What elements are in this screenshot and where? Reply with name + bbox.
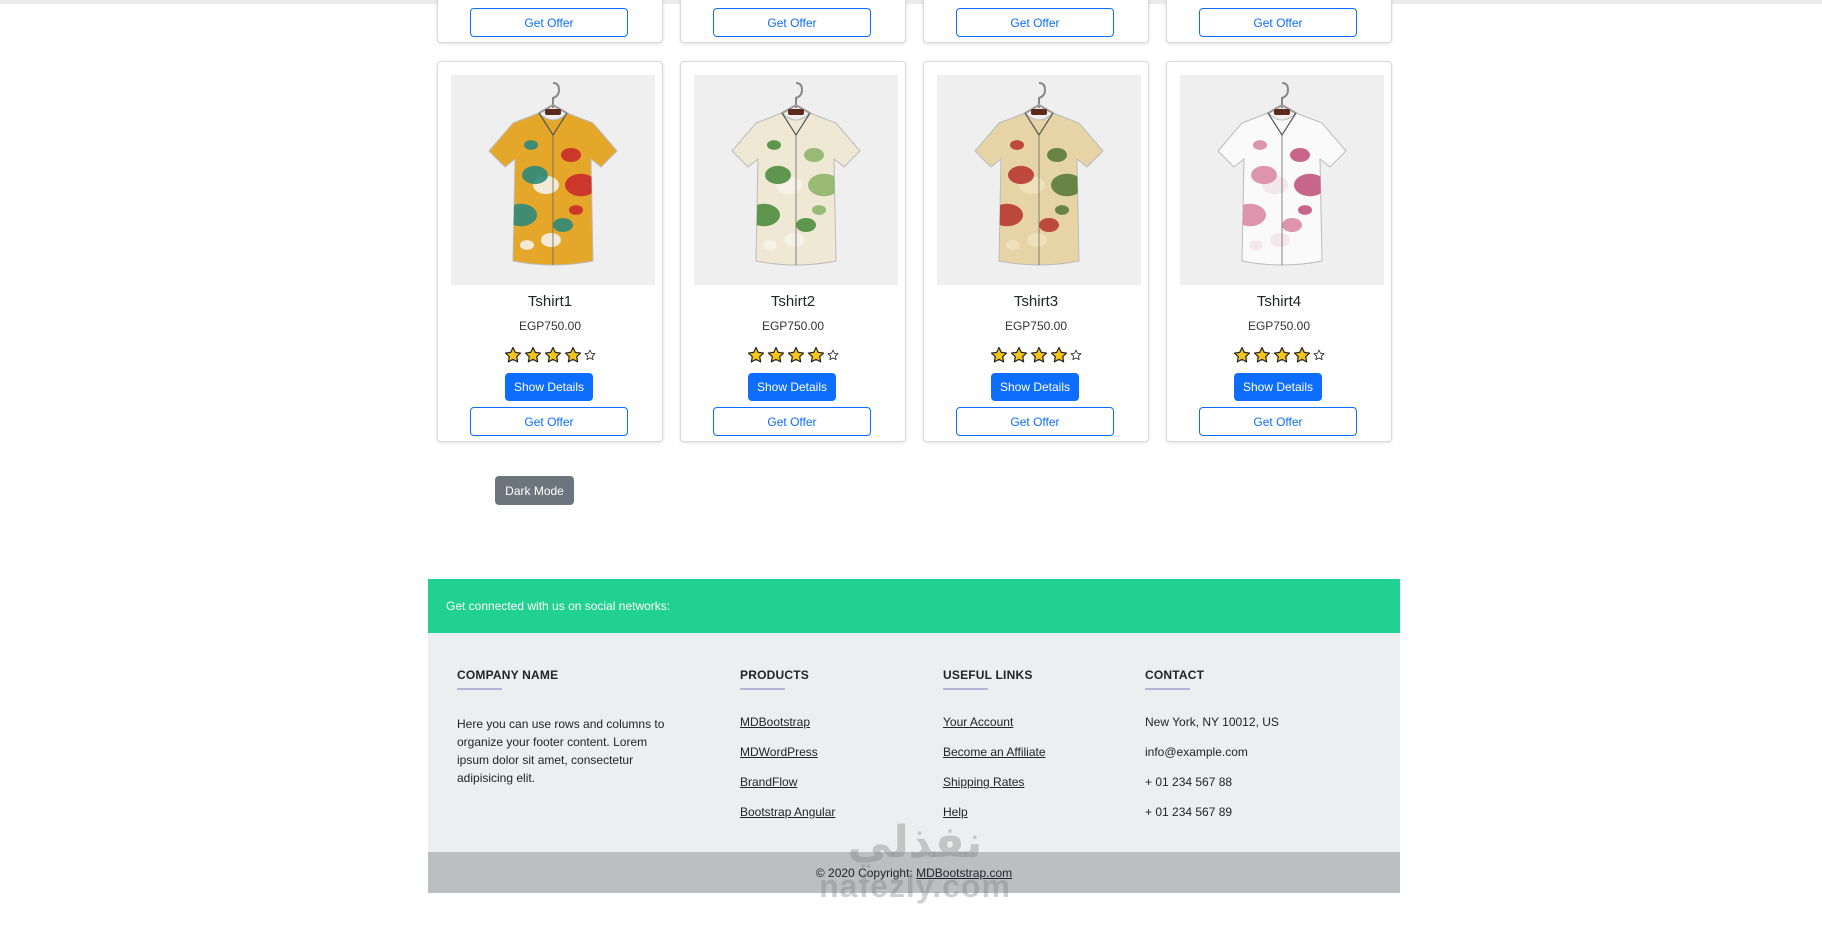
heading-underline bbox=[457, 688, 502, 690]
star-filled-icon bbox=[1010, 346, 1028, 364]
product-name: Tshirt3 bbox=[1013, 293, 1059, 310]
star-filled-icon bbox=[1030, 346, 1048, 364]
contact-email: info@example.com bbox=[1145, 745, 1248, 759]
footer-company-column: COMPANY NAME Here you can use rows and c… bbox=[457, 668, 672, 787]
star-rating bbox=[1167, 346, 1391, 364]
footer-link-mdbootstrap[interactable]: MDBootstrap bbox=[740, 715, 810, 729]
contact-address: New York, NY 10012, US bbox=[1145, 715, 1279, 729]
star-filled-icon bbox=[504, 346, 522, 364]
copyright-bar: © 2020 Copyright: MDBootstrap.com bbox=[428, 852, 1400, 893]
footer-heading: PRODUCTS bbox=[740, 668, 809, 682]
star-rating bbox=[438, 346, 662, 364]
product-image[interactable] bbox=[937, 75, 1141, 285]
get-offer-button[interactable]: Get Offer bbox=[470, 407, 628, 436]
star-filled-icon bbox=[524, 346, 542, 364]
product-card: Tshirt2 EGP750.00 Show Details Get Offer bbox=[680, 61, 906, 442]
product-name: Tshirt4 bbox=[1256, 293, 1302, 310]
product-card: Tshirt1 EGP750.00 Show Details Get Offer bbox=[437, 61, 663, 442]
get-offer-button[interactable]: Get Offer bbox=[713, 407, 871, 436]
star-empty-icon bbox=[1313, 349, 1325, 361]
star-filled-icon bbox=[564, 346, 582, 364]
star-filled-icon bbox=[1293, 346, 1311, 364]
product-card: Tshirt3 EGP750.00 Show Details Get Offer bbox=[923, 61, 1149, 442]
get-offer-button[interactable]: Get Offer bbox=[1199, 407, 1357, 436]
get-offer-button[interactable]: Get Offer bbox=[713, 8, 871, 37]
star-filled-icon bbox=[747, 346, 765, 364]
star-filled-icon bbox=[544, 346, 562, 364]
heading-underline bbox=[740, 688, 785, 690]
star-empty-icon bbox=[1070, 349, 1082, 361]
dark-mode-button[interactable]: Dark Mode bbox=[495, 476, 574, 505]
footer-useful-links-column: USEFUL LINKS Your Account Become an Affi… bbox=[943, 668, 1113, 835]
product-card-partial: Get Offer bbox=[923, 0, 1149, 43]
product-image[interactable] bbox=[1180, 75, 1384, 285]
social-text: Get connected with us on social networks… bbox=[446, 599, 671, 613]
product-card-partial: Get Offer bbox=[437, 0, 663, 43]
footer: COMPANY NAME Here you can use rows and c… bbox=[428, 633, 1400, 852]
heading-underline bbox=[1145, 688, 1190, 690]
footer-heading: USEFUL LINKS bbox=[943, 668, 1033, 682]
product-price: EGP750.00 bbox=[1247, 319, 1311, 333]
social-bar: Get connected with us on social networks… bbox=[428, 579, 1400, 633]
star-empty-icon bbox=[827, 349, 839, 361]
show-details-button[interactable]: Show Details bbox=[505, 373, 593, 401]
footer-link-brandflow[interactable]: BrandFlow bbox=[740, 775, 797, 789]
star-filled-icon bbox=[1273, 346, 1291, 364]
copyright-link[interactable]: MDBootstrap.com bbox=[916, 866, 1012, 880]
product-image[interactable] bbox=[451, 75, 655, 285]
company-description: Here you can use rows and columns to org… bbox=[457, 717, 665, 785]
product-card-partial: Get Offer bbox=[680, 0, 906, 43]
product-price: EGP750.00 bbox=[1004, 319, 1068, 333]
star-rating bbox=[924, 346, 1148, 364]
product-card: Tshirt4 EGP750.00 Show Details Get Offer bbox=[1166, 61, 1392, 442]
footer-products-column: PRODUCTS MDBootstrap MDWordPress BrandFl… bbox=[740, 668, 910, 835]
star-empty-icon bbox=[584, 349, 596, 361]
footer-heading: CONTACT bbox=[1145, 668, 1205, 682]
footer-link-your-account[interactable]: Your Account bbox=[943, 715, 1013, 729]
footer-heading: COMPANY NAME bbox=[457, 668, 559, 682]
get-offer-button[interactable]: Get Offer bbox=[956, 8, 1114, 37]
product-image[interactable] bbox=[694, 75, 898, 285]
show-details-button[interactable]: Show Details bbox=[748, 373, 836, 401]
star-filled-icon bbox=[787, 346, 805, 364]
star-filled-icon bbox=[1233, 346, 1251, 364]
footer-contact-column: CONTACT New York, NY 10012, US info@exam… bbox=[1145, 668, 1365, 835]
star-rating bbox=[681, 346, 905, 364]
footer-link-mdwordpress[interactable]: MDWordPress bbox=[740, 745, 818, 759]
product-name: Tshirt1 bbox=[527, 293, 573, 310]
show-details-button[interactable]: Show Details bbox=[991, 373, 1079, 401]
star-filled-icon bbox=[990, 346, 1008, 364]
contact-phone: + 01 234 567 88 bbox=[1145, 775, 1233, 789]
footer-link-bootstrap-angular[interactable]: Bootstrap Angular bbox=[740, 805, 835, 819]
get-offer-button[interactable]: Get Offer bbox=[956, 407, 1114, 436]
product-card-partial: Get Offer bbox=[1166, 0, 1392, 43]
star-filled-icon bbox=[807, 346, 825, 364]
contact-phone: + 01 234 567 89 bbox=[1145, 805, 1233, 819]
footer-link-help[interactable]: Help bbox=[943, 805, 968, 819]
footer-link-shipping-rates[interactable]: Shipping Rates bbox=[943, 775, 1024, 789]
get-offer-button[interactable]: Get Offer bbox=[1199, 8, 1357, 37]
star-filled-icon bbox=[1050, 346, 1068, 364]
top-divider bbox=[0, 0, 1822, 4]
show-details-button[interactable]: Show Details bbox=[1234, 373, 1322, 401]
heading-underline bbox=[943, 688, 988, 690]
copyright-text: © 2020 Copyright: bbox=[815, 866, 913, 880]
get-offer-button[interactable]: Get Offer bbox=[470, 8, 628, 37]
star-filled-icon bbox=[767, 346, 785, 364]
product-price: EGP750.00 bbox=[518, 319, 582, 333]
product-name: Tshirt2 bbox=[770, 293, 816, 310]
product-price: EGP750.00 bbox=[761, 319, 825, 333]
star-filled-icon bbox=[1253, 346, 1271, 364]
footer-link-become-affiliate[interactable]: Become an Affiliate bbox=[943, 745, 1046, 759]
